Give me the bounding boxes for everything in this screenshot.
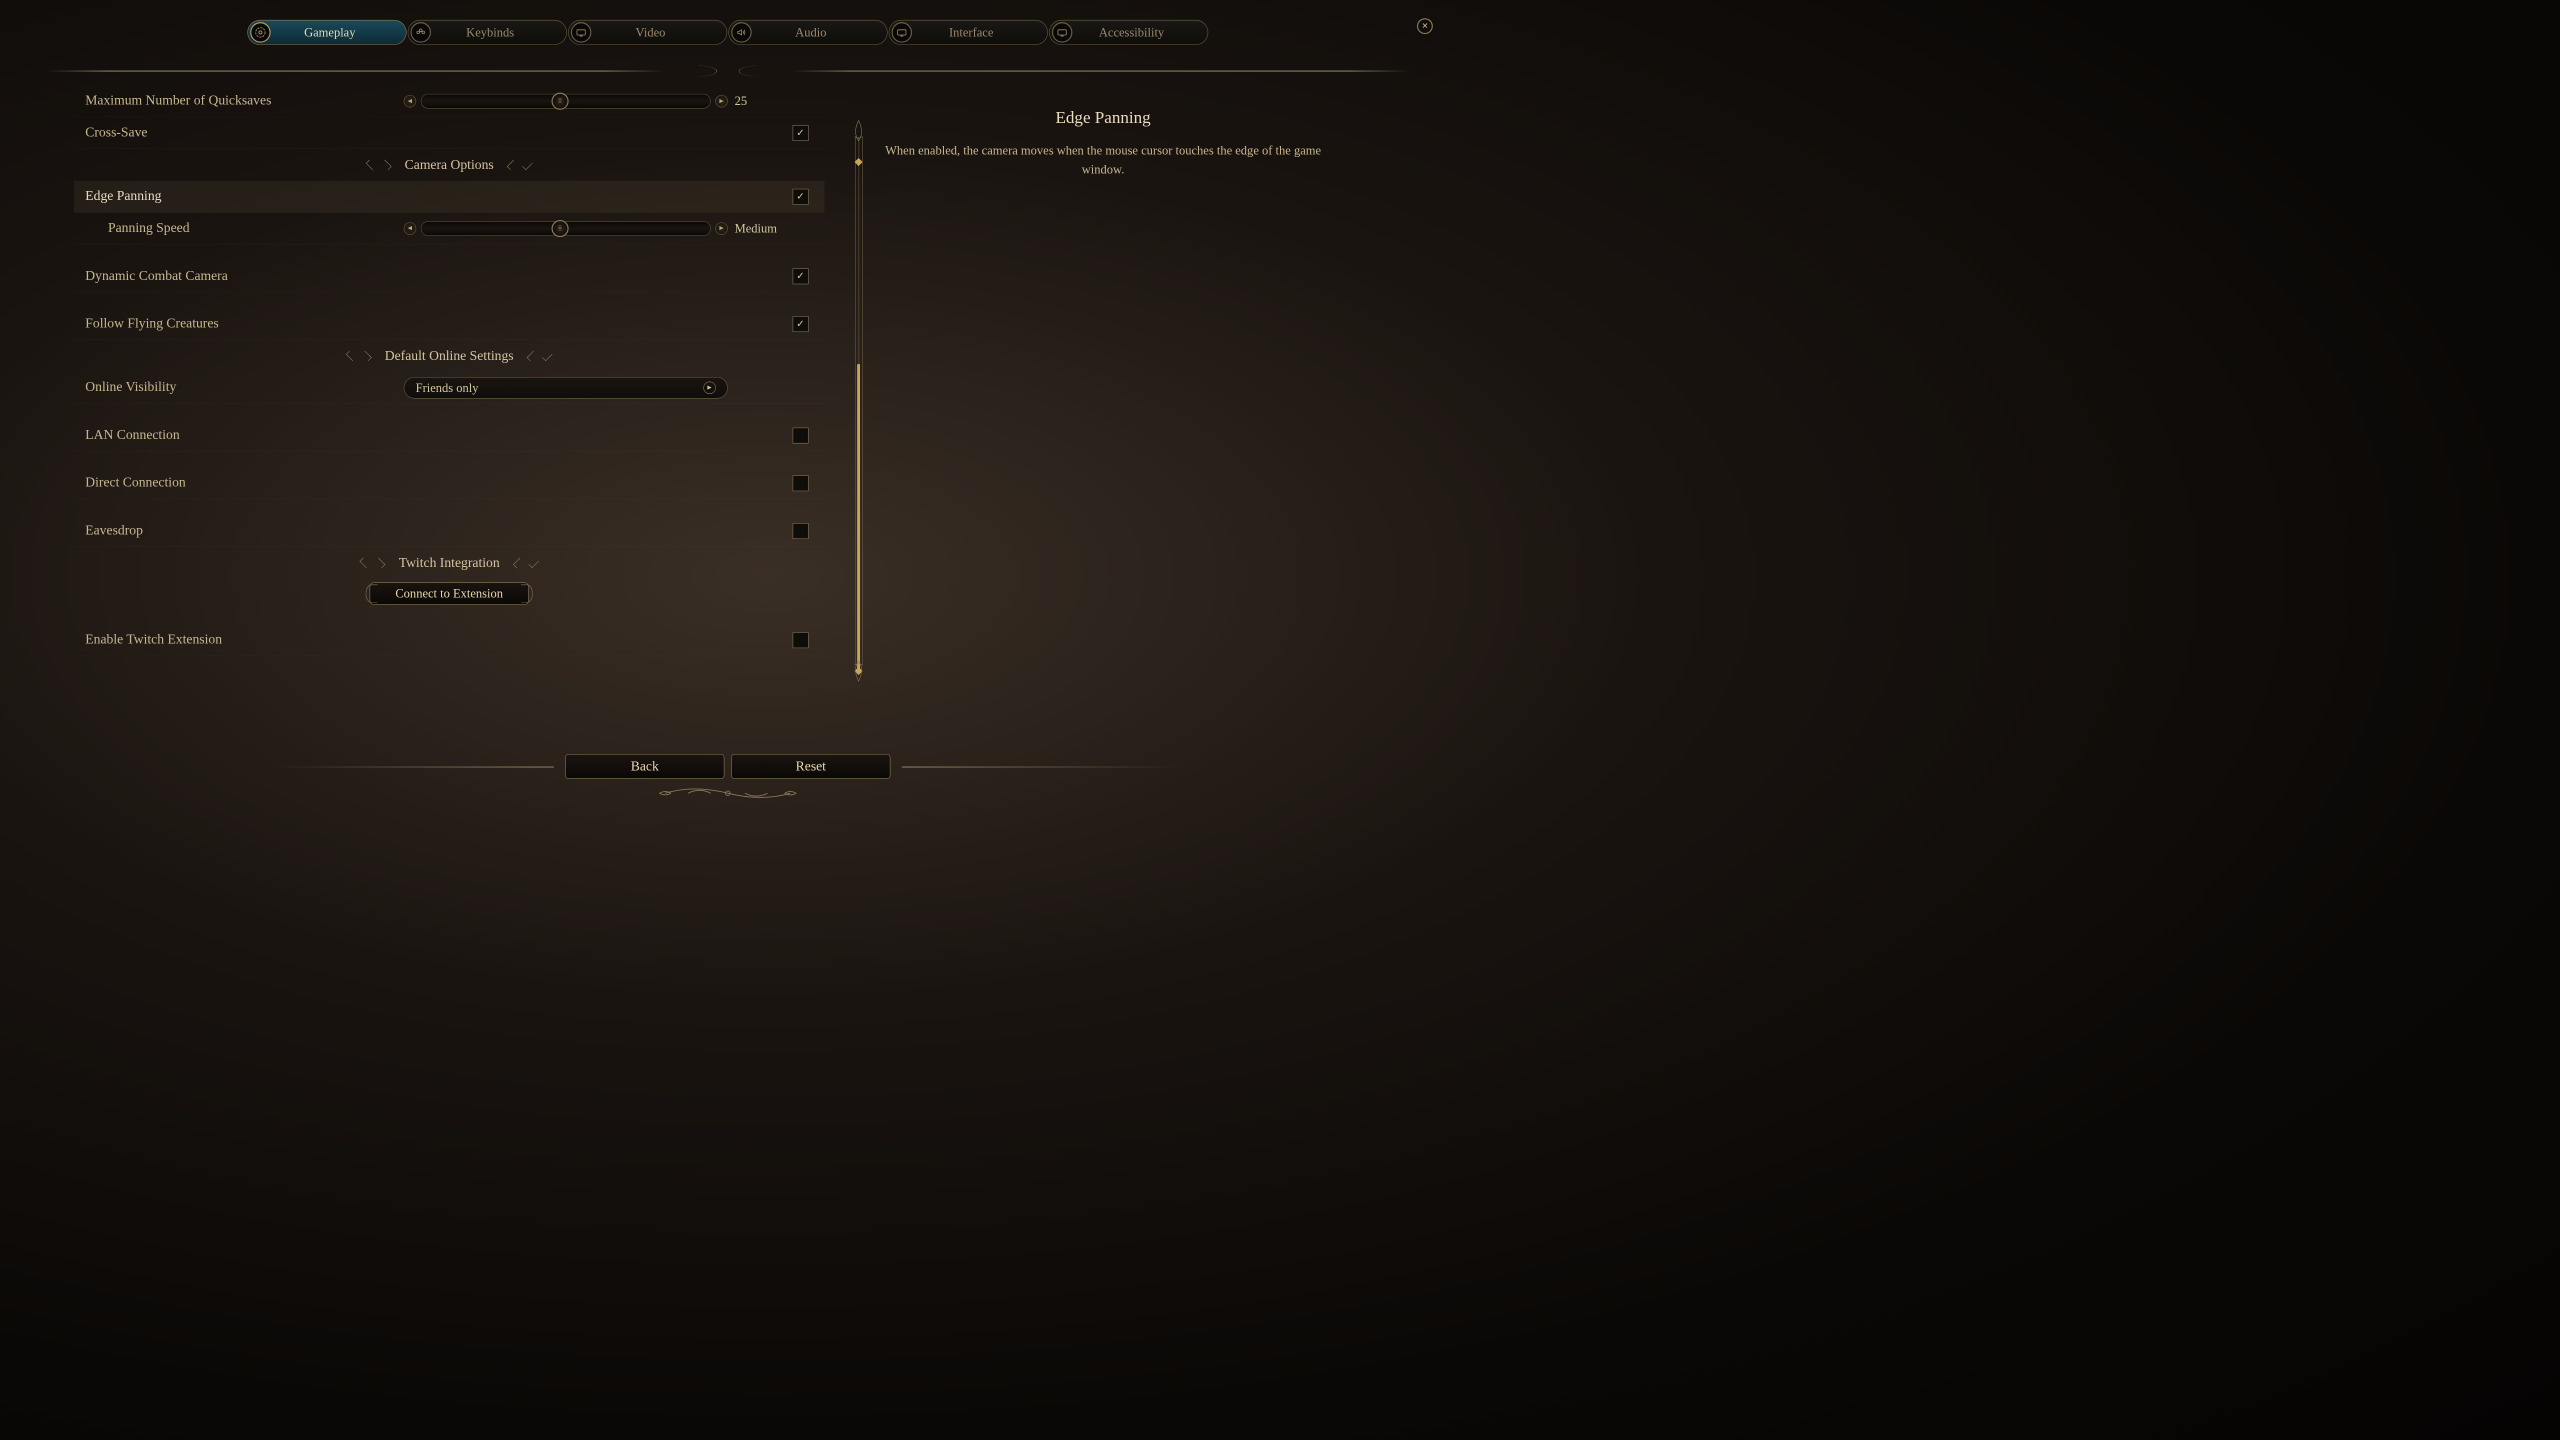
button-label: Reset (796, 759, 826, 774)
slider-quicksaves: ◀ ⁞⁞ ▶ (404, 94, 728, 109)
keybinds-icon (411, 22, 431, 42)
section-camera-options: Camera Options (74, 149, 825, 181)
setting-label: Direct Connection (85, 475, 403, 490)
slider-increment[interactable]: ▶ (715, 95, 728, 108)
checkbox-follow-flying[interactable]: ✓ (793, 316, 809, 332)
setting-eavesdrop[interactable]: Eavesdrop (74, 515, 825, 547)
dropdown-online-visibility[interactable]: Friends only ▶ (404, 377, 728, 399)
tab-keybinds[interactable]: Keybinds (408, 20, 567, 45)
ornament-icon (366, 161, 391, 168)
setting-follow-flying[interactable]: Follow Flying Creatures ✓ (74, 308, 825, 340)
setting-label: Online Visibility (85, 380, 403, 395)
slider-track[interactable]: ⁞⁞ (421, 221, 711, 236)
setting-max-quicksaves[interactable]: Maximum Number of Quicksaves ◀ ⁞⁞ ▶ 25 (74, 85, 825, 117)
back-button[interactable]: Back (565, 754, 724, 779)
setting-label: Cross-Save (85, 125, 403, 140)
checkbox-twitch[interactable] (793, 632, 809, 648)
slider-decrement[interactable]: ◀ (404, 95, 417, 108)
checkbox-lan[interactable] (793, 427, 809, 443)
tab-video[interactable]: Video (568, 20, 727, 45)
setting-label: Follow Flying Creatures (85, 316, 403, 331)
checkbox-direct[interactable] (793, 475, 809, 491)
button-label: Back (631, 759, 659, 774)
tab-label: Accessibility (1072, 25, 1207, 40)
setting-label: LAN Connection (85, 428, 403, 443)
section-twitch: Twitch Integration (74, 547, 825, 579)
button-label: Connect to Extension (395, 586, 503, 601)
slider-handle[interactable]: ⁞⁞ (551, 92, 568, 109)
slider-panning-speed: ◀ ⁞⁞ ▶ (404, 221, 728, 236)
settings-tab-bar: Gameplay Keybinds Video Audio Interface … (247, 20, 1208, 45)
setting-label: Eavesdrop (85, 523, 403, 538)
tab-label: Audio (752, 25, 887, 40)
ornament-icon (270, 766, 554, 767)
close-button[interactable]: ✕ (1417, 18, 1433, 34)
ornament-icon (346, 353, 371, 360)
setting-panning-speed[interactable]: Panning Speed ◀ ⁞⁞ ▶ Medium (74, 213, 825, 245)
setting-lan-connection[interactable]: LAN Connection (74, 420, 825, 452)
checkbox-edge-panning[interactable]: ✓ (793, 188, 809, 204)
tab-label: Video (591, 25, 726, 40)
accessibility-icon (1052, 22, 1072, 42)
slider-value: Medium (728, 221, 785, 236)
gameplay-icon (250, 22, 270, 42)
description-title: Edge Panning (881, 108, 1325, 127)
audio-icon (731, 22, 751, 42)
video-icon (571, 22, 591, 42)
setting-label: Dynamic Combat Camera (85, 268, 403, 283)
tab-accessibility[interactable]: Accessibility (1049, 20, 1208, 45)
setting-online-visibility[interactable]: Online Visibility Friends only ▶ (74, 372, 825, 404)
description-panel: Edge Panning When enabled, the camera mo… (881, 108, 1325, 179)
tab-label: Interface (912, 25, 1047, 40)
setting-dynamic-combat-camera[interactable]: Dynamic Combat Camera ✓ (74, 260, 825, 292)
slider-increment[interactable]: ▶ (715, 222, 728, 235)
top-divider (45, 63, 1410, 80)
connect-extension-button[interactable]: Connect to Extension (370, 582, 529, 605)
settings-list: Maximum Number of Quicksaves ◀ ⁞⁞ ▶ 25 C… (74, 85, 825, 739)
section-title: Default Online Settings (385, 348, 514, 363)
setting-label: Edge Panning (85, 189, 403, 204)
slider-track[interactable]: ⁞⁞ (421, 94, 711, 109)
setting-edge-panning[interactable]: Edge Panning ✓ (74, 181, 825, 213)
tab-label: Gameplay (271, 25, 406, 40)
slider-handle[interactable]: ⁞⁞ (551, 220, 568, 237)
bottom-bar: Back Reset (565, 754, 890, 779)
ornament-icon (360, 560, 385, 567)
checkbox-dynamic-combat[interactable]: ✓ (793, 268, 809, 284)
setting-enable-twitch[interactable]: Enable Twitch Extension (74, 624, 825, 656)
setting-cross-save[interactable]: Cross-Save ✓ (74, 117, 825, 149)
section-title: Camera Options (405, 157, 494, 172)
slider-value: 25 (728, 94, 785, 109)
tab-audio[interactable]: Audio (728, 20, 887, 45)
scroll-track[interactable] (847, 125, 870, 677)
section-online-settings: Default Online Settings (74, 340, 825, 372)
slider-decrement[interactable]: ◀ (404, 222, 417, 235)
scroll-thumb[interactable] (857, 364, 860, 671)
setting-label: Enable Twitch Extension (85, 632, 403, 647)
interface-icon (892, 22, 912, 42)
setting-label: Panning Speed (108, 221, 404, 236)
ornament-icon (507, 161, 532, 168)
tab-gameplay[interactable]: Gameplay (247, 20, 406, 45)
tab-label: Keybinds (431, 25, 566, 40)
reset-button[interactable]: Reset (731, 754, 890, 779)
dropdown-value: Friends only (416, 380, 704, 395)
ornament-icon (527, 353, 552, 360)
setting-label: Maximum Number of Quicksaves (85, 93, 403, 108)
chevron-right-icon: ▶ (703, 381, 716, 394)
ornament-icon (902, 766, 1186, 767)
bottom-flourish-icon (654, 782, 802, 805)
setting-direct-connection[interactable]: Direct Connection (74, 467, 825, 499)
section-title: Twitch Integration (399, 555, 500, 570)
checkbox-cross-save[interactable]: ✓ (793, 125, 809, 141)
ornament-icon (513, 560, 538, 567)
description-text: When enabled, the camera moves when the … (881, 141, 1325, 179)
tab-interface[interactable]: Interface (889, 20, 1048, 45)
checkbox-eavesdrop[interactable] (793, 523, 809, 539)
